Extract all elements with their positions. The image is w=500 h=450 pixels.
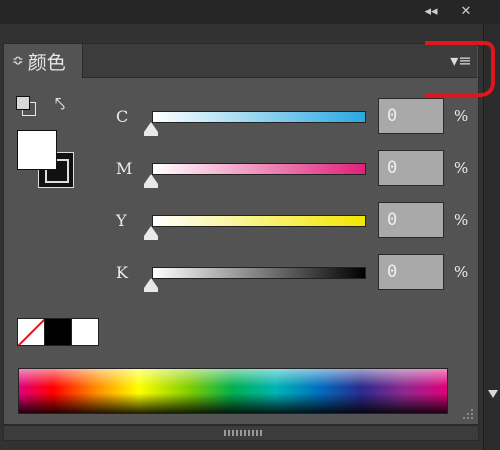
tab-color[interactable]: ≎ 颜色 [3,43,83,78]
annotation-highlight [425,41,495,97]
fill-swatch[interactable] [17,130,57,170]
black-slider-thumb[interactable] [144,278,158,288]
drag-handle[interactable] [224,430,264,436]
expand-arrows-icon[interactable]: ≎ [12,53,24,69]
black-value-field[interactable]: 0 [378,254,444,290]
swap-fill-stroke-icon[interactable]: ⤣ [55,94,65,115]
resize-grip-icon[interactable] [459,405,475,421]
slider-label-y: Y [116,211,127,230]
black-slider-track[interactable] [152,267,366,279]
white-swatch[interactable] [71,318,99,346]
slider-label-m: M [116,159,133,178]
default-fill-stroke-icon[interactable] [16,96,36,116]
yellow-slider-track[interactable] [152,215,366,227]
yellow-value-field[interactable]: 0 [378,202,444,238]
yellow-percent-label: % [454,211,469,229]
black-swatch[interactable] [44,318,72,346]
panel-title: 颜色 [27,51,66,74]
double-left-arrow-icon[interactable]: ◂◂ [420,2,442,20]
magenta-slider-thumb-base[interactable] [144,184,158,188]
scroll-down-arrow-icon[interactable] [488,390,498,398]
cyan-slider-thumb[interactable] [144,122,158,132]
magenta-slider-track[interactable] [152,163,366,175]
yellow-slider-thumb-base[interactable] [144,236,158,240]
close-icon[interactable]: ✕ [456,2,476,20]
cyan-percent-label: % [454,107,469,125]
magenta-percent-label: % [454,159,469,177]
none-swatch[interactable] [17,318,45,346]
color-spectrum-ramp[interactable] [18,368,448,414]
slider-label-c: C [116,107,129,126]
magenta-value-field[interactable]: 0 [378,150,444,186]
cyan-slider-thumb-base[interactable] [144,132,158,136]
black-slider-thumb-base[interactable] [144,288,158,292]
magenta-slider-thumb[interactable] [144,174,158,184]
cyan-value-field[interactable]: 0 [378,98,444,134]
cyan-slider-track[interactable] [152,111,366,123]
slider-label-k: K [116,263,128,282]
panel-bottom-bar [3,425,479,441]
yellow-slider-thumb[interactable] [144,226,158,236]
black-percent-label: % [454,263,469,281]
